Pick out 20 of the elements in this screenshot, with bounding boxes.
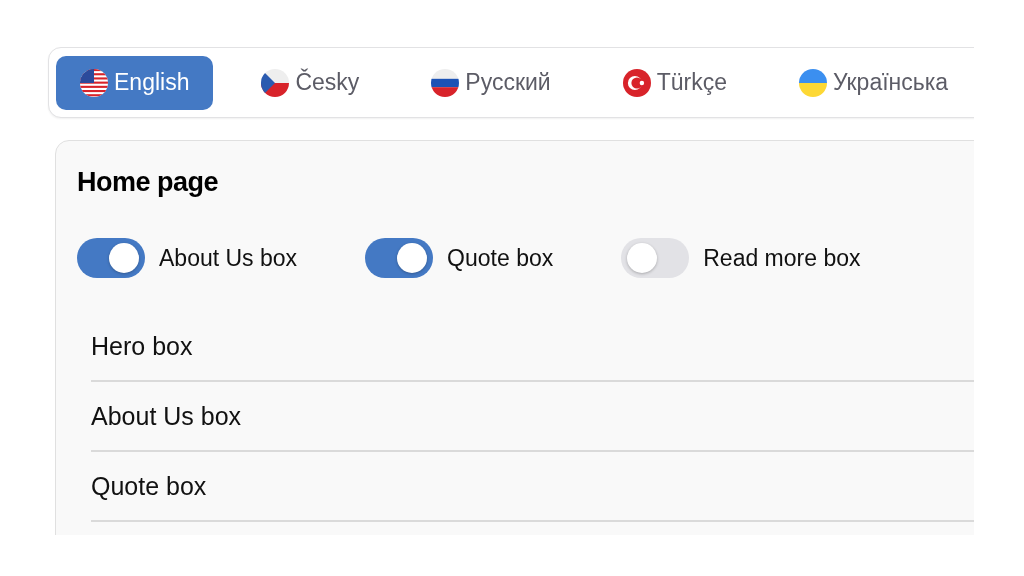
toggle-switch[interactable] — [621, 238, 690, 278]
list-item[interactable]: Hero box — [91, 331, 193, 361]
flag-icon — [431, 68, 460, 97]
language-tab[interactable]: Česky — [237, 55, 384, 110]
toggle-switch[interactable] — [365, 238, 434, 278]
toggle-switch[interactable] — [77, 238, 145, 278]
flag-icon — [622, 68, 651, 97]
toggle-label: Quote box — [447, 244, 554, 272]
flag-icon — [261, 68, 290, 97]
language-tab[interactable]: English — [56, 55, 214, 110]
language-tab[interactable]: Türkçe — [598, 55, 751, 110]
flag-icon — [80, 68, 108, 97]
flag-icon — [799, 68, 827, 97]
language-tab[interactable]: Українська — [775, 55, 973, 110]
list-item[interactable]: About Us box — [91, 401, 242, 431]
list-item[interactable]: Quote box — [91, 471, 207, 501]
toggle-label: About Us box — [159, 244, 298, 272]
language-tab[interactable]: Русский — [407, 55, 575, 110]
toggle-label: Read more box — [703, 244, 861, 272]
section-title: Home page — [77, 167, 220, 198]
